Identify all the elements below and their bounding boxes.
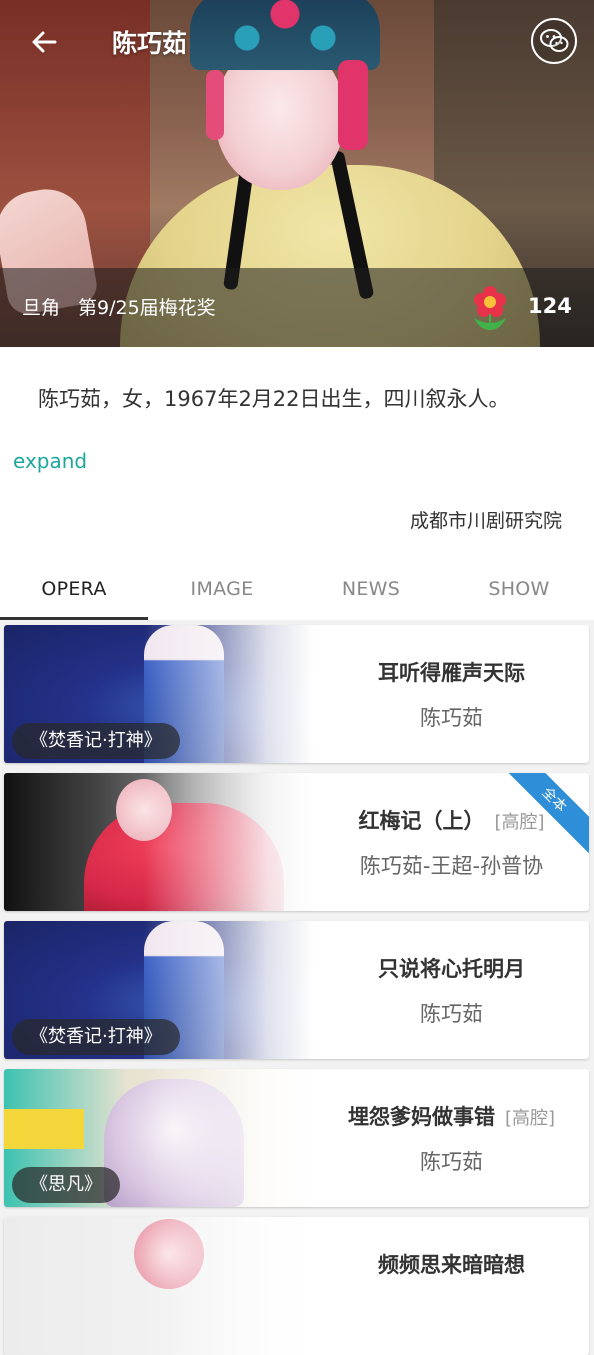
top-bar: 陈巧茹 — [0, 0, 594, 84]
flower-count: 124 — [528, 294, 572, 318]
tab-opera[interactable]: OPERA — [0, 557, 148, 620]
page-title: 陈巧茹 — [112, 29, 188, 58]
genre-label: [高腔] — [494, 812, 545, 833]
card-title: 耳听得雁声天际 — [314, 657, 589, 687]
genre-label: [高腔] — [504, 1108, 556, 1129]
card-title-text: 红梅记（上） — [358, 809, 485, 833]
flower-button[interactable] — [470, 284, 510, 330]
opera-card[interactable]: 《焚香记·打神》 只说将心托明月 陈巧茹 — [4, 921, 589, 1059]
card-title-text: 只说将心托明月 — [378, 957, 525, 981]
excerpt-tag: 《焚香记·打神》 — [12, 723, 180, 759]
organization-label: 成都市川剧研究院 — [409, 510, 562, 532]
wechat-share-button[interactable] — [531, 18, 577, 64]
card-title-text: 频频思来暗暗想 — [378, 1253, 525, 1277]
tab-bar: OPERA IMAGE NEWS SHOW — [0, 557, 594, 620]
card-thumbnail — [4, 1217, 314, 1355]
back-button[interactable] — [24, 22, 64, 62]
card-thumbnail — [4, 773, 314, 911]
card-performers: 陈巧茹 — [420, 1150, 483, 1174]
card-performers: 陈巧茹-王超-孙普协 — [359, 854, 544, 878]
active-tab-indicator — [0, 617, 148, 620]
opera-card[interactable]: 《焚香记·打神》 耳听得雁声天际 陈巧茹 — [4, 625, 589, 763]
card-title: 埋怨爹妈做事错 [高腔] — [314, 1101, 589, 1131]
card-title: 只说将心托明月 — [314, 953, 589, 983]
bio-text: 陈巧茹，女，1967年2月22日出生，四川叙永人。 — [38, 387, 510, 411]
excerpt-tag: 《焚香记·打神》 — [12, 1019, 180, 1055]
role-label: 旦角 — [22, 297, 61, 319]
award-label: 第9/25届梅花奖 — [78, 297, 216, 319]
card-title-text: 埋怨爹妈做事错 — [347, 1105, 495, 1129]
opera-card[interactable]: 《思凡》 埋怨爹妈做事错 [高腔] 陈巧茹 — [4, 1069, 589, 1207]
card-title: 频频思来暗暗想 — [314, 1249, 589, 1279]
excerpt-tag: 《思凡》 — [12, 1167, 120, 1203]
expand-link[interactable]: expand — [13, 449, 87, 473]
tab-show[interactable]: SHOW — [445, 557, 593, 620]
opera-card[interactable]: 红梅记（上） [高腔] 陈巧茹-王超-孙普协 全本 — [4, 773, 589, 911]
card-performers: 陈巧茹 — [420, 706, 483, 730]
flower-icon — [474, 286, 506, 330]
card-performers: 陈巧茹 — [420, 1002, 483, 1026]
wechat-icon — [540, 29, 569, 52]
card-title-text: 耳听得雁声天际 — [378, 661, 525, 685]
tab-image[interactable]: IMAGE — [148, 557, 296, 620]
arrow-left-icon — [32, 31, 57, 53]
opera-card[interactable]: 频频思来暗暗想 — [4, 1217, 589, 1355]
tab-news[interactable]: NEWS — [297, 557, 445, 620]
